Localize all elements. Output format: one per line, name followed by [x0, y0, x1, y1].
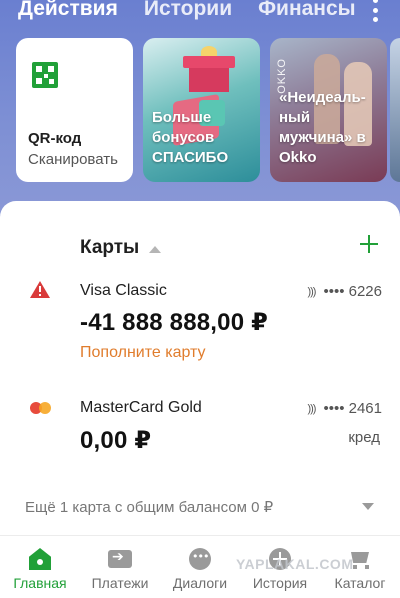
nav-label: Диалоги: [172, 575, 228, 591]
card-number: ))) •••• 6226: [307, 283, 382, 300]
chevron-up-icon: [149, 245, 162, 253]
mastercard-icon: [30, 402, 52, 416]
tab-stories[interactable]: Истории: [144, 0, 232, 21]
card-balance[interactable]: -41 888 888,00 ₽: [80, 308, 268, 337]
story-okko[interactable]: OKKO «Неидеаль-ный мужчина» в Okko: [270, 38, 387, 182]
nav-label: Каталог: [334, 575, 386, 591]
contactless-icon: ))): [307, 285, 316, 298]
card-balance[interactable]: 0,00 ₽: [80, 426, 151, 455]
chat-icon: [189, 548, 211, 570]
story-bonus-text: Больше бонусов СПАСИБО: [152, 109, 229, 166]
story-bonus[interactable]: Больше бонусов СПАСИБО: [143, 38, 260, 182]
tab-finances[interactable]: Финансы: [258, 0, 356, 21]
nav-dialogs[interactable]: Диалоги: [160, 536, 240, 598]
payments-icon: [108, 549, 132, 568]
qr-code-icon: [32, 62, 58, 88]
cards-header[interactable]: Карты: [80, 237, 162, 259]
top-up-card-link[interactable]: Пополните карту: [80, 344, 206, 362]
story-okko-text: «Неидеаль-ный мужчина» в Okko: [279, 89, 366, 166]
nav-payments[interactable]: Платежи: [80, 536, 160, 598]
card-type-badge: кред: [348, 429, 380, 446]
story-qr-scan[interactable]: QR-код Сканировать: [16, 38, 133, 182]
stories-row: QR-код Сканировать Больше бонусов СПАСИБ…: [16, 38, 387, 182]
tab-actions[interactable]: Действия: [18, 0, 118, 21]
nav-home[interactable]: Главная: [0, 536, 80, 598]
card-name[interactable]: MasterCard Gold: [80, 399, 202, 417]
top-tabs: Действия Истории Финансы: [18, 0, 356, 24]
card-number: ))) •••• 2461: [307, 400, 382, 417]
nav-label: Главная: [13, 575, 67, 591]
story-qr-title: QR-код: [28, 130, 82, 147]
more-menu-icon[interactable]: [372, 0, 378, 22]
story-next-peek[interactable]: [390, 38, 400, 182]
contactless-icon: ))): [307, 402, 316, 415]
warning-icon: [30, 281, 50, 298]
nav-label: История: [252, 575, 308, 591]
story-qr-subtitle: Сканировать: [28, 151, 118, 168]
card-name[interactable]: Visa Classic: [80, 282, 167, 300]
cards-title: Карты: [80, 237, 140, 258]
more-cards-row[interactable]: Ещё 1 карта с общим балансом 0 ₽: [25, 498, 273, 516]
nav-label: Платежи: [91, 575, 149, 591]
watermark: YAPLAKAL.COM: [236, 556, 354, 572]
add-card-icon[interactable]: [360, 235, 378, 253]
gift-illustration: [183, 46, 235, 92]
chevron-down-icon[interactable]: [362, 503, 374, 510]
home-icon: [29, 548, 51, 570]
